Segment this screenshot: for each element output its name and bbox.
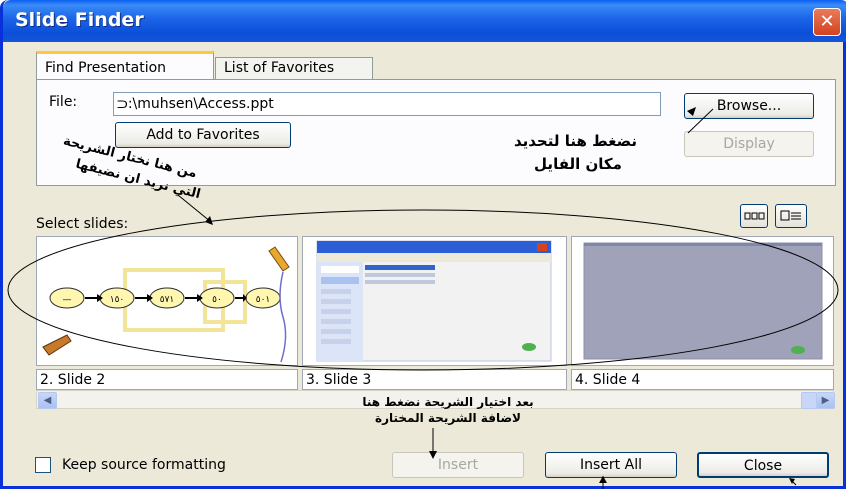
browse-arrow-icon xyxy=(687,107,696,116)
annotation-overlay xyxy=(7,107,839,489)
insert-arrow-icon xyxy=(429,451,437,459)
select-pointer-line xyxy=(177,194,212,223)
slide-finder-dialog: Slide Finder ✕ Find Presentation List of… xyxy=(0,0,846,489)
selection-ellipse xyxy=(7,209,839,371)
insert-all-arrow-icon xyxy=(599,476,607,483)
select-arrow-icon xyxy=(205,216,213,225)
